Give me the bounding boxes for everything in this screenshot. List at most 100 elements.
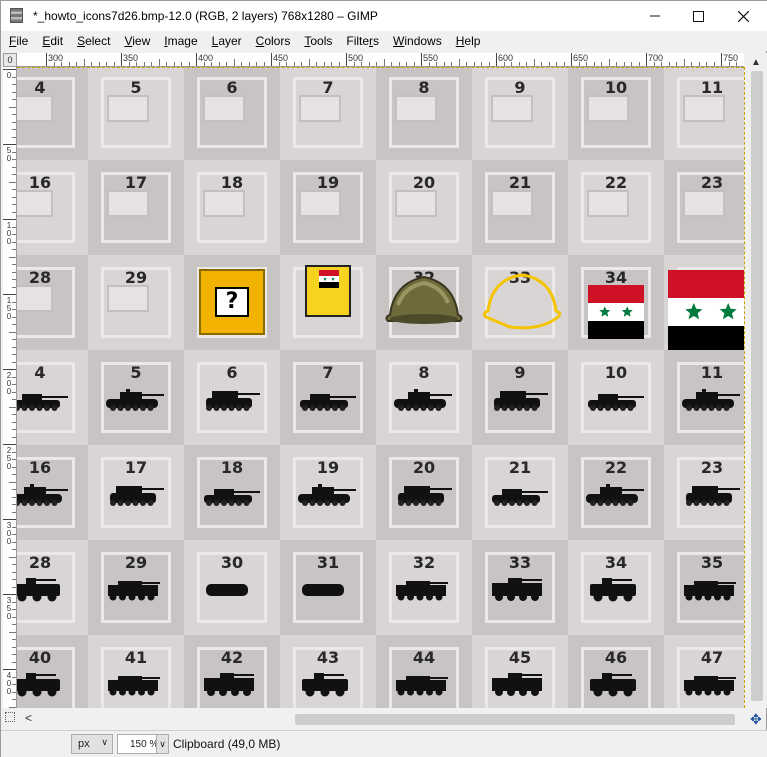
armored-vehicle-icon <box>488 574 550 609</box>
cell-number: 43 <box>316 648 340 667</box>
menu-tools[interactable]: Tools <box>304 34 332 48</box>
ruler-minor-tick <box>256 62 257 66</box>
zoom-select[interactable]: 150 % ∨ <box>117 734 169 754</box>
icon-cell: 21 <box>472 160 568 255</box>
ruler-tick <box>496 53 497 66</box>
ruler-minor-tick <box>511 62 512 66</box>
ruler-minor-tick <box>541 62 542 66</box>
ruler-minor-tick <box>503 62 505 66</box>
minimize-button[interactable] <box>632 1 678 31</box>
close-button[interactable] <box>720 1 766 31</box>
cell-number: 6 <box>226 363 238 382</box>
armored-vehicle-icon <box>104 669 166 704</box>
ruler-minor-tick <box>9 481 16 483</box>
ruler-minor-tick <box>728 62 730 66</box>
cell-number: 7 <box>322 363 334 382</box>
horizontal-scrollbar[interactable]: < <box>17 710 744 728</box>
navigate-icon[interactable]: ✥ <box>750 711 762 728</box>
cell-number: 35 <box>700 553 724 572</box>
armored-vehicle-icon <box>104 574 166 609</box>
icon-cell: 17 <box>88 445 184 540</box>
armored-vehicle-icon <box>296 669 358 704</box>
ruler-minor-tick <box>308 59 310 66</box>
cell-number: 44 <box>412 648 436 667</box>
ruler-minor-tick <box>323 62 325 66</box>
menu-colors[interactable]: Colors <box>256 34 291 48</box>
cell-number: 20 <box>412 458 436 477</box>
cell-number: 46 <box>604 648 628 667</box>
cell-number: 4 <box>34 363 46 382</box>
ruler-minor-tick <box>12 534 16 535</box>
empty-slot <box>491 95 533 122</box>
ruler-minor-tick <box>12 376 16 378</box>
ruler-minor-tick <box>12 354 16 355</box>
gimp-window: *_howto_icons7d26.bmp-12.0 (RGB, 2 layer… <box>0 0 767 757</box>
tank-icon <box>488 386 550 419</box>
ruler-corner[interactable]: 0 <box>3 53 17 67</box>
maximize-button[interactable] <box>675 1 721 31</box>
icon-cell: 30? <box>184 255 280 350</box>
cell-number: 41 <box>124 648 148 667</box>
unit-select[interactable]: px ∨ <box>71 734 113 754</box>
tank-icon <box>104 386 166 419</box>
ruler-minor-tick <box>12 189 16 190</box>
chevron-down-icon[interactable]: ∨ <box>156 735 168 753</box>
cell-number: 9 <box>514 363 526 382</box>
icon-cell: 41 <box>88 635 184 708</box>
cell-number: 18 <box>220 458 244 477</box>
menu-file[interactable]: File <box>9 34 28 48</box>
ruler-minor-tick <box>548 62 550 66</box>
ruler-tick <box>3 144 16 145</box>
ruler-minor-tick <box>12 211 16 213</box>
ruler-minor-tick <box>83 59 85 66</box>
icon-cell: 32 <box>376 540 472 635</box>
icon-cell: 11 <box>664 350 744 445</box>
menu-select[interactable]: Select <box>77 34 110 48</box>
ruler-minor-tick <box>406 62 407 66</box>
icon-cell: 4 <box>17 350 88 445</box>
ruler-minor-tick <box>12 114 16 115</box>
ruler-minor-tick <box>12 466 16 468</box>
menu-windows[interactable]: Windows <box>393 34 442 48</box>
ruler-minor-tick <box>301 62 302 66</box>
menu-layer[interactable]: Layer <box>212 34 242 48</box>
ruler-minor-tick <box>706 62 707 66</box>
menu-image[interactable]: Image <box>164 34 197 48</box>
tank-icon <box>17 481 70 514</box>
ruler-minor-tick <box>9 256 16 258</box>
quick-mask-toggle[interactable] <box>5 712 15 722</box>
ruler-minor-tick <box>361 62 362 66</box>
ruler-minor-tick <box>9 106 16 108</box>
ruler-minor-tick <box>631 62 632 66</box>
ruler-minor-tick <box>9 331 16 333</box>
ruler-minor-tick <box>443 62 445 66</box>
menu-view[interactable]: View <box>124 34 150 48</box>
ruler-minor-tick <box>661 62 662 66</box>
ruler-minor-tick <box>668 62 670 66</box>
scroll-left-icon[interactable]: < <box>25 711 32 725</box>
vertical-scroll-thumb[interactable] <box>751 71 763 701</box>
ruler-minor-tick <box>12 279 16 280</box>
scroll-up-icon[interactable]: ▲ <box>751 57 761 68</box>
vertical-scrollbar[interactable]: ▲ <box>747 53 767 708</box>
vertical-ruler[interactable]: 050100150200250300350400 <box>3 67 17 708</box>
menu-help[interactable]: Help <box>456 34 481 48</box>
menu-filters[interactable]: Filters <box>346 34 379 48</box>
icon-cell: 22 <box>568 445 664 540</box>
image-canvas[interactable]: 45678910111617181920212223282930?3233344… <box>17 67 744 708</box>
armored-vehicle-icon <box>17 574 70 609</box>
ruler-minor-tick <box>12 639 16 640</box>
ruler-minor-tick <box>623 62 625 66</box>
icon-cell <box>280 255 376 350</box>
horizontal-ruler[interactable]: 300 350 400 450 500 550 600 650 700 750 <box>17 53 744 67</box>
syria-flag-card-icon <box>305 265 351 317</box>
menu-edit[interactable]: Edit <box>42 34 63 48</box>
close-icon <box>737 10 749 22</box>
ruler-minor-tick <box>12 421 16 423</box>
ruler-tick <box>721 53 722 66</box>
icon-cell: 7 <box>280 67 376 160</box>
cell-number: 33 <box>508 553 532 572</box>
horizontal-scroll-thumb[interactable] <box>295 714 735 725</box>
ruler-minor-tick <box>12 361 16 363</box>
ruler-minor-tick <box>12 609 16 610</box>
